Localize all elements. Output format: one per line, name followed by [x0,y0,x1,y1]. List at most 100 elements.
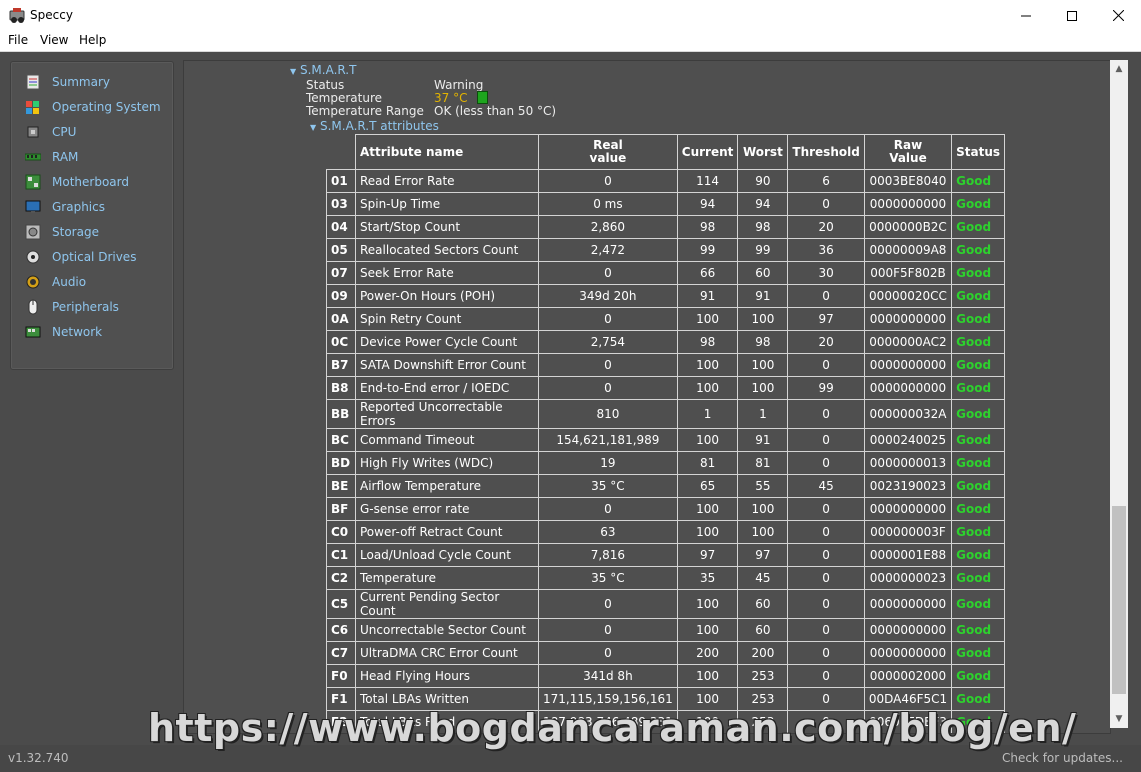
sidebar-item-summary[interactable]: Summary [25,72,110,92]
scroll-up-arrow-icon[interactable]: ▲ [1110,60,1128,77]
table-row: BD High Fly Writes (WDC) 19 81 81 0 0000000013… [326,451,1006,475]
main-content-panel: ▼ S.M.A.R.T Status Warning Temperature 3… [183,60,1111,734]
mouse-icon [25,299,41,315]
minimize-button[interactable] [1003,0,1049,31]
menu-file[interactable]: File [8,33,28,47]
raw-value-header: Raw Value [863,134,953,170]
sidebar-item-ram[interactable]: RAM [24,147,78,167]
real-value-cell: 0 [538,261,678,285]
raw-value-cell: 000F5F802B [863,261,953,285]
worst-cell: 100 [737,307,789,331]
worst-cell: 55 [737,474,789,498]
menu-view[interactable]: View [40,33,68,47]
scroll-down-arrow-icon[interactable]: ▼ [1110,710,1128,727]
sidebar-item-graphics[interactable]: Graphics [25,197,105,217]
check-for-updates-link[interactable]: Check for updates... [1002,751,1123,765]
status-cell: Good [951,353,1006,377]
maximize-button[interactable] [1049,0,1095,31]
temperature-indicator-icon [477,91,488,104]
attribute-id-cell: BF [326,497,356,521]
sidebar-item-peripherals[interactable]: Peripherals [25,297,119,317]
table-row: B8 End-to-End error / IOEDC 0 100 100 99 00000… [326,376,1006,400]
sidebar-item-label: Operating System [52,100,161,114]
worst-cell: 60 [737,261,789,285]
collapse-arrow-icon: ▼ [290,67,297,76]
menu-bar: File View Help [0,31,1141,52]
temperature-label: Temperature [306,91,383,105]
current-cell: 99 [676,238,739,262]
close-button[interactable] [1095,0,1141,31]
sidebar-item-label: Optical Drives [52,250,137,264]
status-cell: Good [951,215,1006,239]
attribute-id-cell: C6 [326,618,356,642]
attribute-name-cell: SATA Downshift Error Count [355,353,539,377]
sidebar-item-audio[interactable]: Audio [25,272,86,292]
raw-value-cell: 0000000AC2 [863,330,953,354]
vertical-scrollbar[interactable]: ▲ ▼ [1110,60,1128,728]
sidebar-item-label: Network [52,325,103,339]
current-cell: 100 [676,520,739,544]
worst-cell: 100 [737,376,789,400]
attribute-id-cell: 04 [326,215,356,239]
menu-help[interactable]: Help [79,33,106,47]
raw-value-cell: 0000001E88 [863,543,953,567]
worst-cell: 60 [737,618,789,642]
smart-attributes-header[interactable]: ▼ S.M.A.R.T attributes [310,119,439,133]
sidebar-item-cpu[interactable]: CPU [25,122,76,142]
smart-section-header[interactable]: ▼ S.M.A.R.T [290,63,356,77]
raw-value-cell: 0000002000 [863,664,953,688]
worst-cell: 94 [737,192,789,216]
attribute-id-cell: BD [326,451,356,475]
attribute-id-cell: 0A [326,307,356,331]
raw-value-header-line2: Value [889,151,927,165]
threshold-cell: 0 [787,353,865,377]
sidebar-item-label: Audio [52,275,87,289]
sidebar-item-network[interactable]: Network [25,322,102,342]
window-title: Speccy [30,8,73,22]
real-value-cell: 35 °C [538,566,678,590]
real-value-cell: 0 [538,169,678,193]
table-row: C5 Current Pending Sector Count 0 100 60 0 000… [326,589,1006,619]
raw-value-cell: 0000000000 [863,589,953,619]
table-row: 09 Power-On Hours (POH) 349d 20h 91 91 0 00000… [326,284,1006,308]
table-row: BC Command Timeout 154,621,181,989 100 91 0 00… [326,428,1006,452]
current-cell: 100 [676,307,739,331]
real-value-cell: 2,860 [538,215,678,239]
attribute-name-cell: Device Power Cycle Count [355,330,539,354]
worst-cell: 81 [737,451,789,475]
status-cell: Good [951,589,1006,619]
attribute-id-cell: C1 [326,543,356,567]
close-icon [1112,6,1124,25]
attribute-id-cell: B7 [326,353,356,377]
raw-value-cell: 00000009A8 [863,238,953,262]
threshold-cell: 20 [787,215,865,239]
raw-value-cell: 0003BE8040 [863,169,953,193]
sidebar-item-optical-drives[interactable]: Optical Drives [25,247,136,267]
threshold-cell: 30 [787,261,865,285]
threshold-cell: 0 [787,664,865,688]
sidebar-item-label: Storage [52,225,99,239]
status-label: Status [306,78,345,92]
table-row: BF G-sense error rate 0 100 100 0 0000000000 Go… [326,497,1006,521]
attribute-name-cell: Spin-Up Time [355,192,539,216]
threshold-cell: 0 [787,192,865,216]
sidebar-item-motherboard[interactable]: Motherboard [25,172,129,192]
real-value-cell: 341d 8h [538,664,678,688]
status-cell: Good [951,307,1006,331]
table-row: F0 Head Flying Hours 341d 8h 100 253 0 0000002… [326,664,1006,688]
status-cell: Good [951,169,1006,193]
table-row: BB Reported Uncorrectable Errors 810 1 1 0 000… [326,399,1006,429]
table-row: C7 UltraDMA CRC Error Count 0 200 200 0 000000… [326,641,1006,665]
real-value-cell: 349d 20h [538,284,678,308]
threshold-cell: 0 [787,543,865,567]
current-cell: 1 [676,399,739,429]
threshold-cell: 97 [787,307,865,331]
sidebar-item-storage[interactable]: Storage [25,222,99,242]
raw-value-cell: 0000000023 [863,566,953,590]
sidebar-item-operating-system[interactable]: Operating System [25,97,161,117]
ram-icon [24,149,42,165]
scroll-thumb[interactable] [1112,506,1126,694]
attribute-id-cell: 09 [326,284,356,308]
raw-value-cell: 00000020CC [863,284,953,308]
attribute-id-cell: BE [326,474,356,498]
